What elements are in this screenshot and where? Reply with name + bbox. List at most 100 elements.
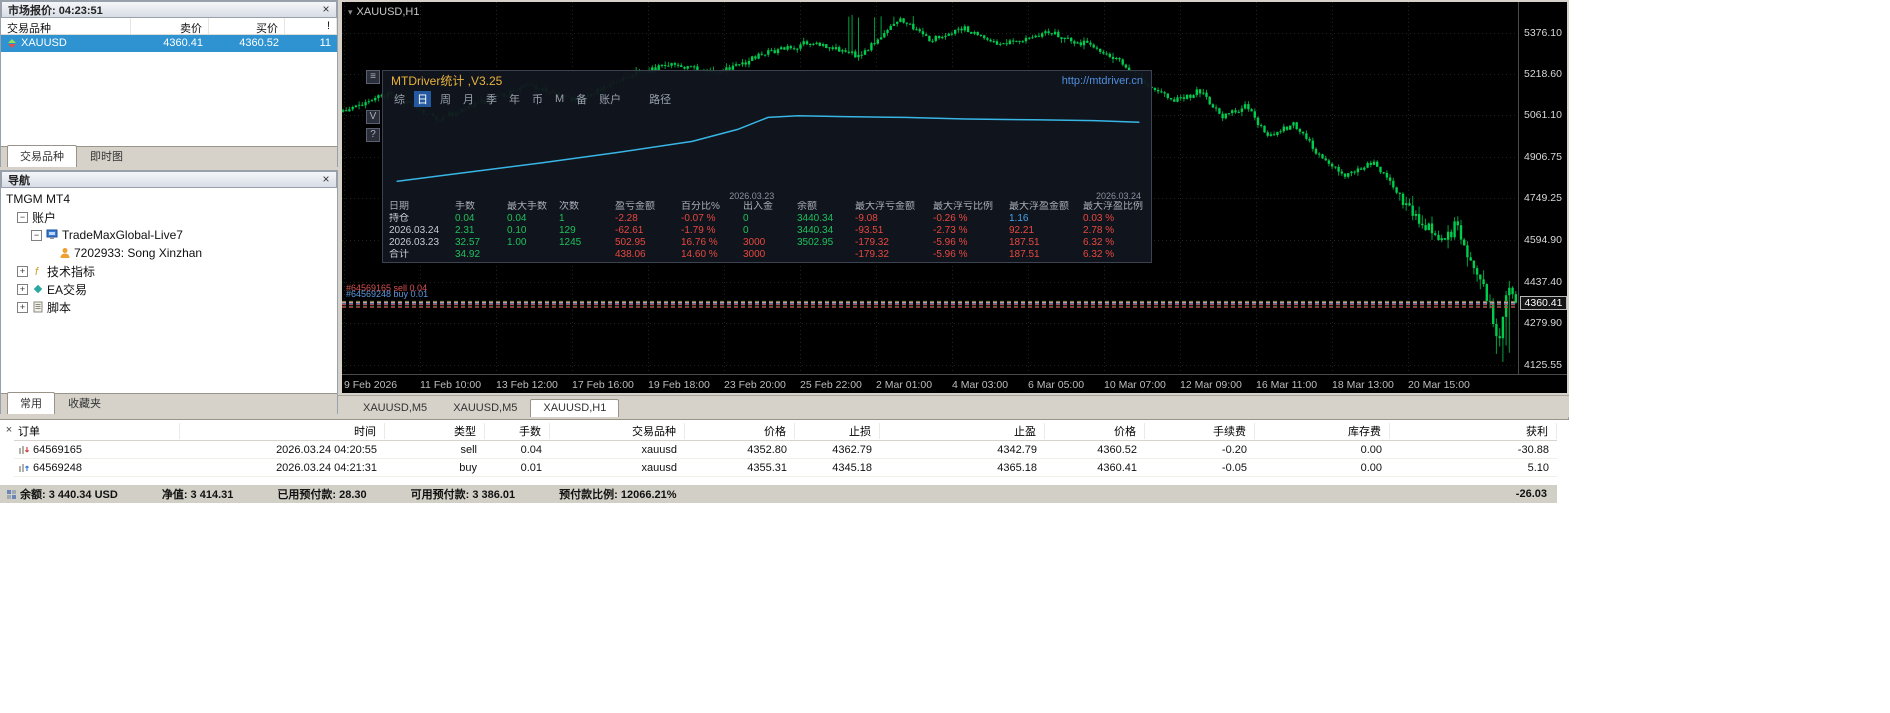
stats-menu-0[interactable]: 综 xyxy=(391,91,408,107)
mtdriver-titlebar: MTDriver统计 ,V3.25 http://mtdriver.cn xyxy=(383,71,1151,90)
stats-menu-2[interactable]: 周 xyxy=(437,91,454,107)
order-line-label-1: #64569248 buy 0.01 xyxy=(346,289,429,299)
nav-item-6[interactable]: + 脚本 xyxy=(1,298,337,316)
chart-tab-0[interactable]: XAUUSD,M5 xyxy=(350,399,440,417)
terminal-column-2[interactable]: 类型 xyxy=(385,422,485,439)
mtdriver-link[interactable]: http://mtdriver.cn xyxy=(1062,75,1143,87)
terminal-column-8[interactable]: 价格 xyxy=(1045,422,1145,439)
stats-menu-4[interactable]: 季 xyxy=(483,91,500,107)
time-axis-label-4: 19 Feb 18:00 xyxy=(648,379,710,391)
buy-icon xyxy=(18,462,30,473)
market-watch-tab-1[interactable]: 即时图 xyxy=(77,145,136,167)
mtdriver-menu: 综日周月季年币 M 备账户 路径 xyxy=(383,90,1151,107)
nav-item-4[interactable]: + f 技术指标 xyxy=(1,262,337,280)
mtdriver-title: MTDriver统计 ,V3.25 xyxy=(391,74,503,88)
navigator-close-icon[interactable]: × xyxy=(319,173,333,186)
time-axis-label-13: 18 Mar 13:00 xyxy=(1332,379,1394,391)
symbol-icon xyxy=(7,38,18,49)
equity-curve xyxy=(396,115,1140,183)
stats-menu-1[interactable]: 日 xyxy=(414,90,431,107)
equity-date-label: 2026.03.24 xyxy=(1095,191,1141,201)
terminal-column-5[interactable]: 价格 xyxy=(685,422,795,439)
mw-column-header-1[interactable]: 卖价 xyxy=(131,18,209,34)
mw-column-header-3[interactable]: ! xyxy=(285,18,337,34)
market-watch-empty-area xyxy=(1,52,337,146)
equity-date-label: 2026.03.23 xyxy=(729,191,775,201)
stats-menu-7[interactable]: M xyxy=(552,93,567,105)
mtdriver-stats-table: 日期 手数 最大手数 次数 盈亏金额 百分比% 出入金 余额 最大浮亏金额 最大浮亏比例 最大浮盈金… xyxy=(383,201,1151,261)
navigator-title: 导航 xyxy=(8,174,30,187)
nav-item-label: TMGM MT4 xyxy=(6,192,70,206)
nav-item-5[interactable]: + EA交易 xyxy=(1,280,337,298)
sell-icon xyxy=(18,444,30,455)
terminal-column-11[interactable]: 获利 xyxy=(1390,422,1557,439)
price-scale-label-3: 4906.75 xyxy=(1524,151,1562,163)
navigator-tabs: 常用 收藏夹 xyxy=(1,392,337,414)
terminal-column-1[interactable]: 时间 xyxy=(180,422,385,439)
stats-menu-5[interactable]: 年 xyxy=(506,91,523,107)
nav-item-0[interactable]: TMGM MT4 xyxy=(1,190,337,208)
navigator-tree: TMGM MT4− 账户 − TradeMaxGlobal-Live7 7202933:… xyxy=(1,188,337,393)
terminal-column-9[interactable]: 手续费 xyxy=(1145,422,1255,439)
market-watch-title: 市场报价: 04:23:51 xyxy=(8,4,103,17)
expand-icon[interactable]: + xyxy=(17,301,28,313)
time-axis[interactable]: 9 Feb 2026 11 Feb 10:00 13 Feb 12:00 17 Feb… xyxy=(342,374,1567,393)
mw-column-header-2[interactable]: 买价 xyxy=(209,18,285,34)
nav-item-2[interactable]: − TradeMaxGlobal-Live7 xyxy=(1,226,337,244)
stats-menu-10[interactable]: 路径 xyxy=(646,91,674,107)
navigator-tab-0[interactable]: 常用 xyxy=(7,392,55,414)
market-watch-tab-0[interactable]: 交易品种 xyxy=(7,145,77,167)
chart-tab-1[interactable]: XAUUSD,M5 xyxy=(440,399,530,417)
balance-icon xyxy=(6,489,17,500)
stats-menu-9[interactable]: 账户 xyxy=(596,91,624,107)
stats-side-button-2[interactable]: ? xyxy=(366,128,380,142)
mw-column-header-0[interactable]: 交易品种 xyxy=(1,18,131,34)
order-row-64569248[interactable]: 64569248 2026.03.24 04:21:31 buy 0.01 xauusd… xyxy=(14,459,1557,477)
nav-item-label: TradeMaxGlobal-Live7 xyxy=(62,228,183,242)
market-watch-row-XAUUSD[interactable]: XAUUSD 4360.41 4360.52 11 xyxy=(1,35,337,52)
terminal-column-0[interactable]: 订单 xyxy=(14,422,180,439)
time-axis-label-10: 10 Mar 07:00 xyxy=(1104,379,1166,391)
chart-plot[interactable]: ▾ XAUUSD,H1 #64569165 sell 0.04 #64569248 … xyxy=(342,2,1518,374)
stats-side-button-1[interactable]: V xyxy=(366,110,380,124)
market-watch-close-icon[interactable]: × xyxy=(319,3,333,16)
terminal-header-row[interactable]: 订单 时间 类型 手数 交易品种 价格 止损 止盈 价格 手续费 库存费 获利 xyxy=(14,421,1557,441)
nav-item-3[interactable]: 7202933: Song Xinzhan xyxy=(1,244,337,262)
price-scale-label-0: 5376.10 xyxy=(1524,27,1562,39)
terminal-column-6[interactable]: 止损 xyxy=(795,422,880,439)
terminal-column-10[interactable]: 库存费 xyxy=(1255,422,1390,439)
time-axis-label-6: 25 Feb 22:00 xyxy=(800,379,862,391)
expand-icon[interactable]: + xyxy=(17,283,28,295)
one-click-trading-collapse-icon[interactable]: ▾ xyxy=(348,7,353,17)
stats-menu-3[interactable]: 月 xyxy=(460,91,477,107)
price-scale-label-6: 4437.40 xyxy=(1524,276,1562,288)
time-axis-label-5: 23 Feb 20:00 xyxy=(724,379,786,391)
terminal-column-4[interactable]: 交易品种 xyxy=(550,422,685,439)
summary-item-1: 净值: 3 414.31 xyxy=(161,489,234,501)
summary-item-3: 可用预付款: 3 386.01 xyxy=(410,489,516,501)
stats-menu-6[interactable]: 币 xyxy=(529,91,546,107)
mt4-window: 市场报价: 04:23:51 × 交易品种 卖价 买价! XAUUSD 4360.41… xyxy=(0,0,1569,713)
price-scale[interactable]: 4360.41 5376.10 5218.60 5061.10 4906.75 4749… xyxy=(1518,2,1567,374)
terminal-column-3[interactable]: 手数 xyxy=(485,422,550,439)
navigator-titlebar[interactable]: 导航 × xyxy=(1,171,337,188)
stats-table-row-3: 合计 34.92 438.06 14.60 % 3000 -179.32 -5.96 % 18… xyxy=(389,249,1115,260)
chart-tab-2[interactable]: XAUUSD,H1 xyxy=(530,399,620,417)
time-axis-label-2: 13 Feb 12:00 xyxy=(496,379,558,391)
collapse-icon[interactable]: − xyxy=(17,211,28,223)
terminal-column-7[interactable]: 止盈 xyxy=(880,422,1045,439)
stats-menu-8[interactable]: 备 xyxy=(573,91,590,107)
nav-item-1[interactable]: − 账户 xyxy=(1,208,337,226)
price-scale-label-5: 4594.90 xyxy=(1524,234,1562,246)
mtdriver-stats-panel[interactable]: MTDriver统计 ,V3.25 http://mtdriver.cn 综日周… xyxy=(382,70,1152,263)
collapse-icon[interactable]: − xyxy=(31,229,42,241)
navigator-tab-1[interactable]: 收藏夹 xyxy=(55,392,114,414)
server-icon xyxy=(46,229,59,241)
expand-icon[interactable]: + xyxy=(17,265,28,277)
market-watch-titlebar[interactable]: 市场报价: 04:23:51 × xyxy=(1,1,337,18)
summary-item-2: 已用预付款: 28.30 xyxy=(277,489,367,501)
stats-side-button-0[interactable]: ≡ xyxy=(366,70,380,84)
nav-item-label: 脚本 xyxy=(47,300,72,315)
price-scale-label-8: 4125.55 xyxy=(1524,359,1562,371)
order-row-64569165[interactable]: 64569165 2026.03.24 04:20:55 sell 0.04 xauus… xyxy=(14,441,1557,459)
